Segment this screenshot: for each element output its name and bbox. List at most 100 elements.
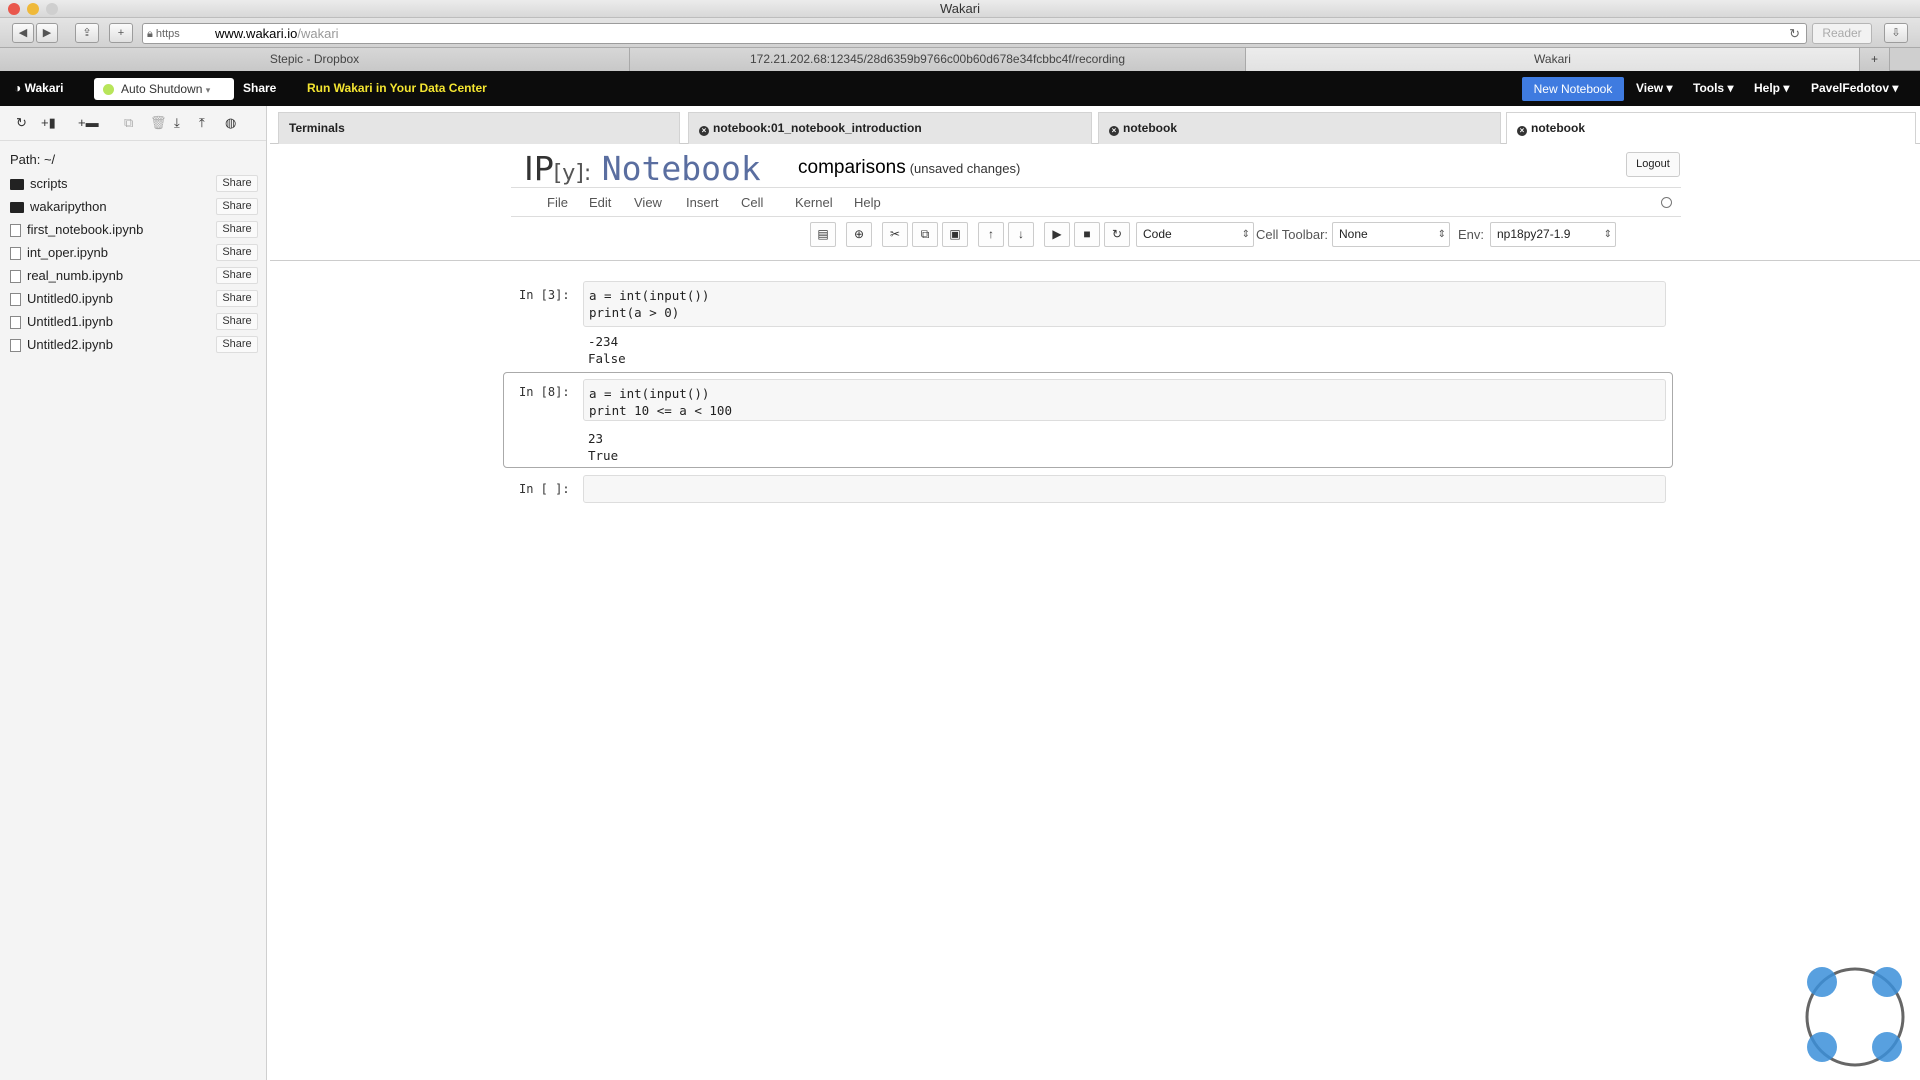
close-window-button[interactable]	[8, 3, 20, 15]
paste-button[interactable]: ▣	[942, 222, 968, 247]
menu-view[interactable]: View	[634, 188, 662, 218]
share-button[interactable]: Share	[216, 290, 258, 307]
arrow-down-icon: ↓	[1018, 227, 1024, 241]
save-button[interactable]: ▤	[810, 222, 836, 247]
current-path: Path: ~/	[10, 152, 56, 167]
tools-menu[interactable]: Tools ▾	[1693, 71, 1733, 106]
new-tab-button[interactable]: +	[109, 23, 133, 43]
menu-edit[interactable]: Edit	[589, 188, 611, 218]
stop-button[interactable]: ■	[1074, 222, 1100, 247]
save-status: (unsaved changes)	[909, 161, 1021, 176]
file-icon	[10, 316, 21, 330]
env-select[interactable]: np18py27-1.9	[1490, 222, 1616, 247]
menu-help[interactable]: Help	[854, 188, 881, 218]
promo-link[interactable]: Run Wakari in Your Data Center	[307, 71, 487, 106]
trash-icon[interactable]: 🗑︎	[150, 115, 167, 131]
file-item-untitled1[interactable]: Untitled1.ipynb Share	[10, 311, 258, 332]
move-down-button[interactable]: ↓	[1008, 222, 1034, 247]
file-item-untitled2[interactable]: Untitled2.ipynb Share	[10, 334, 258, 355]
share-button[interactable]: Share	[216, 313, 258, 330]
share-page-button[interactable]: ⇪	[75, 23, 99, 43]
loading-spinner-icon	[1800, 962, 1910, 1072]
close-tab-icon[interactable]: ×	[1109, 126, 1119, 136]
share-button[interactable]: Share	[216, 336, 258, 353]
forward-button[interactable]: ▶	[36, 23, 58, 43]
cut-button[interactable]: ✂	[882, 222, 908, 247]
env-label: Env:	[1458, 227, 1485, 242]
auto-shutdown-dropdown[interactable]: Auto Shutdown ▾	[94, 78, 234, 100]
download-icon: ⇩	[1891, 27, 1901, 39]
browser-tab-wakari[interactable]: Wakari	[1246, 48, 1860, 71]
restart-icon: ↻	[1111, 227, 1123, 241]
copy-icon[interactable]: ⧉	[124, 115, 133, 131]
close-tab-icon[interactable]: ×	[1517, 126, 1527, 136]
cell-toolbar-select[interactable]: None	[1332, 222, 1450, 247]
menu-kernel[interactable]: Kernel	[795, 188, 833, 218]
tab-notebook-1[interactable]: × notebook	[1098, 112, 1501, 144]
new-folder-icon[interactable]: +▬	[78, 115, 99, 130]
back-button[interactable]: ◀	[12, 23, 34, 43]
notebook-header: IP[y]: Notebook comparisons (unsaved chan…	[270, 145, 1920, 261]
file-item-untitled0[interactable]: Untitled0.ipynb Share	[10, 288, 258, 309]
save-icon: ▤	[817, 227, 829, 241]
window-title: Wakari	[940, 1, 980, 16]
share-link[interactable]: Share	[243, 71, 276, 106]
code-cell-input[interactable]: a = int(input()) print(a > 0)	[583, 281, 1666, 327]
share-button[interactable]: Share	[216, 198, 258, 215]
insert-cell-button[interactable]: ⊕	[846, 222, 872, 247]
reload-icon[interactable]: ↻	[1789, 24, 1800, 43]
restart-button[interactable]: ↻	[1104, 222, 1130, 247]
cell-output: -234 False	[588, 334, 626, 366]
browser-toolbar: ◀ ▶ ⇪ + 🔒︎ https www.wakari.io/wakari ↻ …	[0, 18, 1920, 48]
copy-button[interactable]: ⧉	[912, 222, 938, 247]
share-button[interactable]: Share	[216, 221, 258, 238]
menu-insert[interactable]: Insert	[686, 188, 719, 218]
download-icon[interactable]: ⤓	[174, 115, 180, 131]
file-browser-toolbar: ↻ +▮ +▬ ⧉ 🗑︎ ⤓ ⤒ ◍	[0, 106, 266, 141]
wakari-logo[interactable]: ◑ Wakari	[14, 71, 64, 106]
add-browser-tab-button[interactable]: +	[1860, 48, 1890, 71]
close-tab-icon[interactable]: ×	[699, 126, 709, 136]
notebook-name[interactable]: comparisons (unsaved changes)	[798, 157, 1020, 179]
downloads-button[interactable]: ⇩	[1884, 23, 1908, 43]
cell-type-select[interactable]: Code	[1136, 222, 1254, 247]
new-file-icon[interactable]: +▮	[41, 115, 56, 131]
file-item-scripts[interactable]: scripts Share	[10, 173, 258, 194]
browser-tab-dropbox[interactable]: Stepic - Dropbox	[0, 48, 630, 71]
zoom-window-button[interactable]	[46, 3, 58, 15]
reader-button[interactable]: Reader	[1812, 23, 1872, 44]
url-scheme: 🔒︎ https	[147, 28, 180, 40]
code-cell-input-empty[interactable]	[583, 475, 1666, 503]
address-bar[interactable]: 🔒︎ https www.wakari.io/wakari ↻	[142, 23, 1807, 44]
tab-notebook-2[interactable]: × notebook	[1506, 112, 1916, 144]
minimize-window-button[interactable]	[27, 3, 39, 15]
help-menu[interactable]: Help ▾	[1754, 71, 1789, 106]
status-dot-icon	[103, 84, 114, 95]
workspace-tabs: Terminals × notebook:01_notebook_introduc…	[270, 106, 1920, 144]
logout-button[interactable]: Logout	[1626, 152, 1680, 177]
share-button[interactable]: Share	[216, 267, 258, 284]
move-up-button[interactable]: ↑	[978, 222, 1004, 247]
file-item-real-numb[interactable]: real_numb.ipynb Share	[10, 265, 258, 286]
paste-icon: ▣	[949, 227, 961, 241]
tab-terminals[interactable]: Terminals	[278, 112, 680, 144]
share-button[interactable]: Share	[216, 244, 258, 261]
folder-icon	[10, 179, 24, 191]
run-button[interactable]: ▶	[1044, 222, 1070, 247]
file-item-wakaripython[interactable]: wakaripython Share	[10, 196, 258, 217]
file-item-first-notebook[interactable]: first_notebook.ipynb Share	[10, 219, 258, 240]
new-notebook-button[interactable]: New Notebook	[1522, 77, 1624, 101]
share-button[interactable]: Share	[216, 175, 258, 192]
menu-cell[interactable]: Cell	[741, 188, 763, 218]
upload-icon[interactable]: ⤒	[199, 115, 205, 131]
refresh-icon[interactable]: ↻	[16, 115, 27, 131]
tab-notebook-introduction[interactable]: × notebook:01_notebook_introduction	[688, 112, 1092, 144]
scissors-icon: ✂	[889, 227, 901, 241]
user-menu[interactable]: PavelFedotov ▾	[1811, 71, 1898, 106]
file-item-int-oper[interactable]: int_oper.ipynb Share	[10, 242, 258, 263]
code-cell-input[interactable]: a = int(input()) print 10 <= a < 100	[583, 379, 1666, 421]
view-menu[interactable]: View ▾	[1636, 71, 1673, 106]
menu-file[interactable]: File	[547, 188, 568, 218]
browser-tab-recording[interactable]: 172.21.202.68:12345/28d6359b9766c00b60d6…	[630, 48, 1246, 71]
globe-icon[interactable]: ◍	[225, 115, 236, 131]
